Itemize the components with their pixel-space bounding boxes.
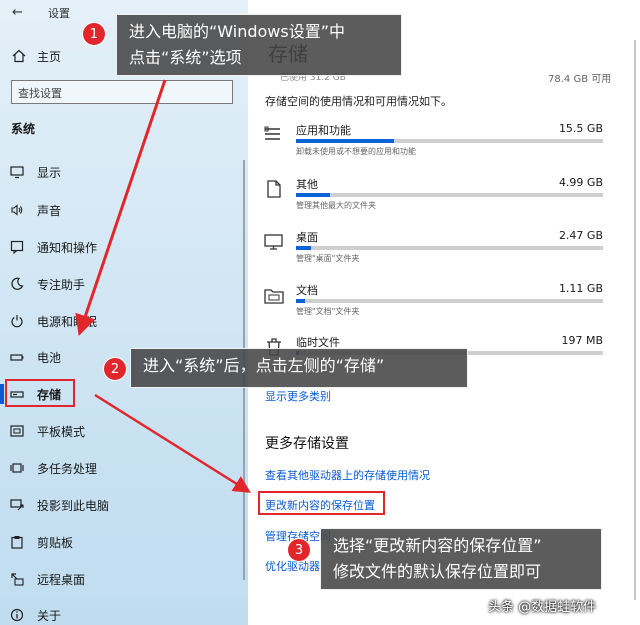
speaker-icon — [11, 204, 23, 216]
usage-bar-fill — [296, 299, 306, 303]
other-files-icon — [267, 180, 281, 198]
annotation-line: 选择“更改新内容的保存位置” — [333, 536, 542, 555]
apps-icon — [264, 126, 280, 140]
annotation-line: 点击“系统”选项 — [129, 48, 242, 67]
search-settings-input[interactable]: 查找设置 — [11, 80, 233, 104]
annotation-step1: 进入电脑的“Windows设置”中 点击“系统”选项 — [116, 14, 402, 76]
usage-bar — [296, 193, 603, 197]
step3-badge: 3 — [287, 538, 311, 562]
step1-badge: 1 — [82, 22, 106, 46]
category-name: 文档 — [296, 284, 318, 297]
sidebar-item-label: 平板模式 — [37, 424, 86, 439]
category-size: 1.11 GB — [558, 282, 603, 295]
usage-bar — [296, 246, 603, 250]
sidebar-item-multitasking[interactable]: 多任务处理 — [10, 458, 97, 478]
storage-highlight-box — [5, 379, 75, 407]
home-nav-item[interactable]: 主页 — [12, 47, 61, 65]
view-other-drives-link[interactable]: 查看其他驱动器上的存储使用情况 — [265, 467, 430, 483]
annotation-step3: 选择“更改新内容的保存位置” 修改文件的默认保存位置即可 — [320, 528, 602, 590]
storage-intro-text: 存储空间的使用情况和可用情况如下。 — [265, 95, 452, 108]
monitor-icon — [10, 166, 24, 179]
category-description: 卸载未使用或不想要的应用和功能 — [296, 147, 416, 156]
multitask-icon — [10, 463, 24, 473]
category-size: 2.47 GB — [558, 229, 603, 242]
sidebar-item-label: 多任务处理 — [37, 461, 98, 476]
annotation-line: 进入“系统”后，点击左侧的“存储” — [143, 356, 385, 375]
clipboard-icon — [11, 536, 23, 549]
home-icon — [12, 49, 26, 63]
annotation-line: 进入电脑的“Windows设置”中 — [129, 22, 346, 41]
home-label: 主页 — [37, 49, 62, 64]
sidebar-item-label: 电源和睡眠 — [37, 314, 98, 329]
sidebar-item-tablet-mode[interactable]: 平板模式 — [10, 421, 85, 441]
back-arrow-icon[interactable]: ← — [12, 5, 23, 20]
category-documents[interactable]: 文档 1.11 GB 管理"文档"文件夹 — [262, 282, 607, 322]
annotation-step2: 进入“系统”后，点击左侧的“存储” — [130, 348, 468, 388]
show-more-categories-link[interactable]: 显示更多类别 — [265, 388, 331, 404]
sidebar-item-label: 专注助手 — [37, 277, 86, 292]
sidebar-item-about[interactable]: 关于 — [10, 605, 61, 625]
sidebar-item-sound[interactable]: 声音 — [10, 200, 61, 220]
project-icon — [10, 499, 24, 511]
category-name: 桌面 — [296, 231, 318, 244]
sidebar-item-battery[interactable]: 电池 — [10, 347, 61, 367]
save-location-highlight-box — [258, 491, 385, 515]
content-scrollbar[interactable] — [634, 40, 636, 600]
sidebar-item-label: 关于 — [37, 608, 62, 623]
sidebar-item-notifications[interactable]: 通知和操作 — [10, 237, 97, 257]
battery-icon — [10, 354, 24, 361]
sidebar-item-label: 显示 — [37, 165, 62, 180]
usage-bar-fill — [296, 193, 330, 197]
category-size: 4.99 GB — [558, 176, 603, 189]
desktop-icon — [264, 234, 283, 250]
sidebar-item-focus-assist[interactable]: 专注助手 — [10, 274, 85, 294]
category-size: 197 MB — [561, 334, 603, 347]
category-name: 其他 — [296, 178, 318, 191]
section-title: 系统 — [11, 122, 36, 136]
selected-indicator — [0, 384, 4, 404]
sidebar-item-label: 剪贴板 — [37, 535, 74, 550]
usage-bar-fill — [296, 139, 395, 143]
sidebar-item-project-to-pc[interactable]: 投影到此电脑 — [10, 495, 109, 515]
step2-badge: 2 — [103, 357, 127, 381]
sidebar-item-display[interactable]: 显示 — [10, 162, 61, 182]
power-icon — [11, 315, 23, 328]
remote-desktop-icon — [11, 573, 24, 586]
sidebar-item-power-sleep[interactable]: 电源和睡眠 — [10, 311, 97, 331]
info-icon — [10, 608, 24, 622]
sidebar-item-label: 远程桌面 — [37, 572, 86, 587]
tablet-icon — [10, 425, 24, 437]
sidebar-item-clipboard[interactable]: 剪贴板 — [10, 532, 73, 552]
category-description: 管理"桌面"文件夹 — [296, 254, 360, 263]
watermark: 头条 @数据蛙软件 — [488, 600, 597, 615]
category-size: 15.5 GB — [558, 122, 603, 135]
category-apps-features[interactable]: 应用和功能 15.5 GB 卸载未使用或不想要的应用和功能 — [262, 122, 607, 162]
category-other[interactable]: 其他 4.99 GB 管理其他最大的文件夹 — [262, 176, 607, 216]
documents-icon — [264, 289, 284, 304]
sidebar-item-label: 通知和操作 — [37, 240, 98, 255]
settings-sidebar: ← 设置 主页 查找设置 系统 显示 声音 通知和操作 专注助手 电源和睡眠 电… — [0, 0, 248, 625]
category-description: 管理"文档"文件夹 — [296, 307, 360, 316]
sidebar-item-remote-desktop[interactable]: 远程桌面 — [10, 569, 85, 589]
category-description: 管理其他最大的文件夹 — [296, 201, 376, 210]
annotation-line: 修改文件的默认保存位置即可 — [333, 562, 542, 581]
usage-bar-fill — [296, 246, 312, 250]
window-title: 设置 — [48, 7, 70, 20]
usage-bar — [296, 139, 603, 143]
sidebar-item-label: 投影到此电脑 — [37, 498, 110, 513]
category-name: 应用和功能 — [296, 124, 351, 137]
usage-bar — [296, 299, 603, 303]
notification-icon — [10, 240, 24, 254]
sidebar-item-label: 声音 — [37, 203, 62, 218]
more-storage-settings-title: 更多存储设置 — [265, 436, 349, 452]
sidebar-item-label: 电池 — [37, 350, 62, 365]
category-desktop[interactable]: 桌面 2.47 GB 管理"桌面"文件夹 — [262, 229, 607, 269]
free-space-text: 78.4 GB 可用 — [548, 74, 612, 85]
moon-icon — [11, 277, 24, 290]
